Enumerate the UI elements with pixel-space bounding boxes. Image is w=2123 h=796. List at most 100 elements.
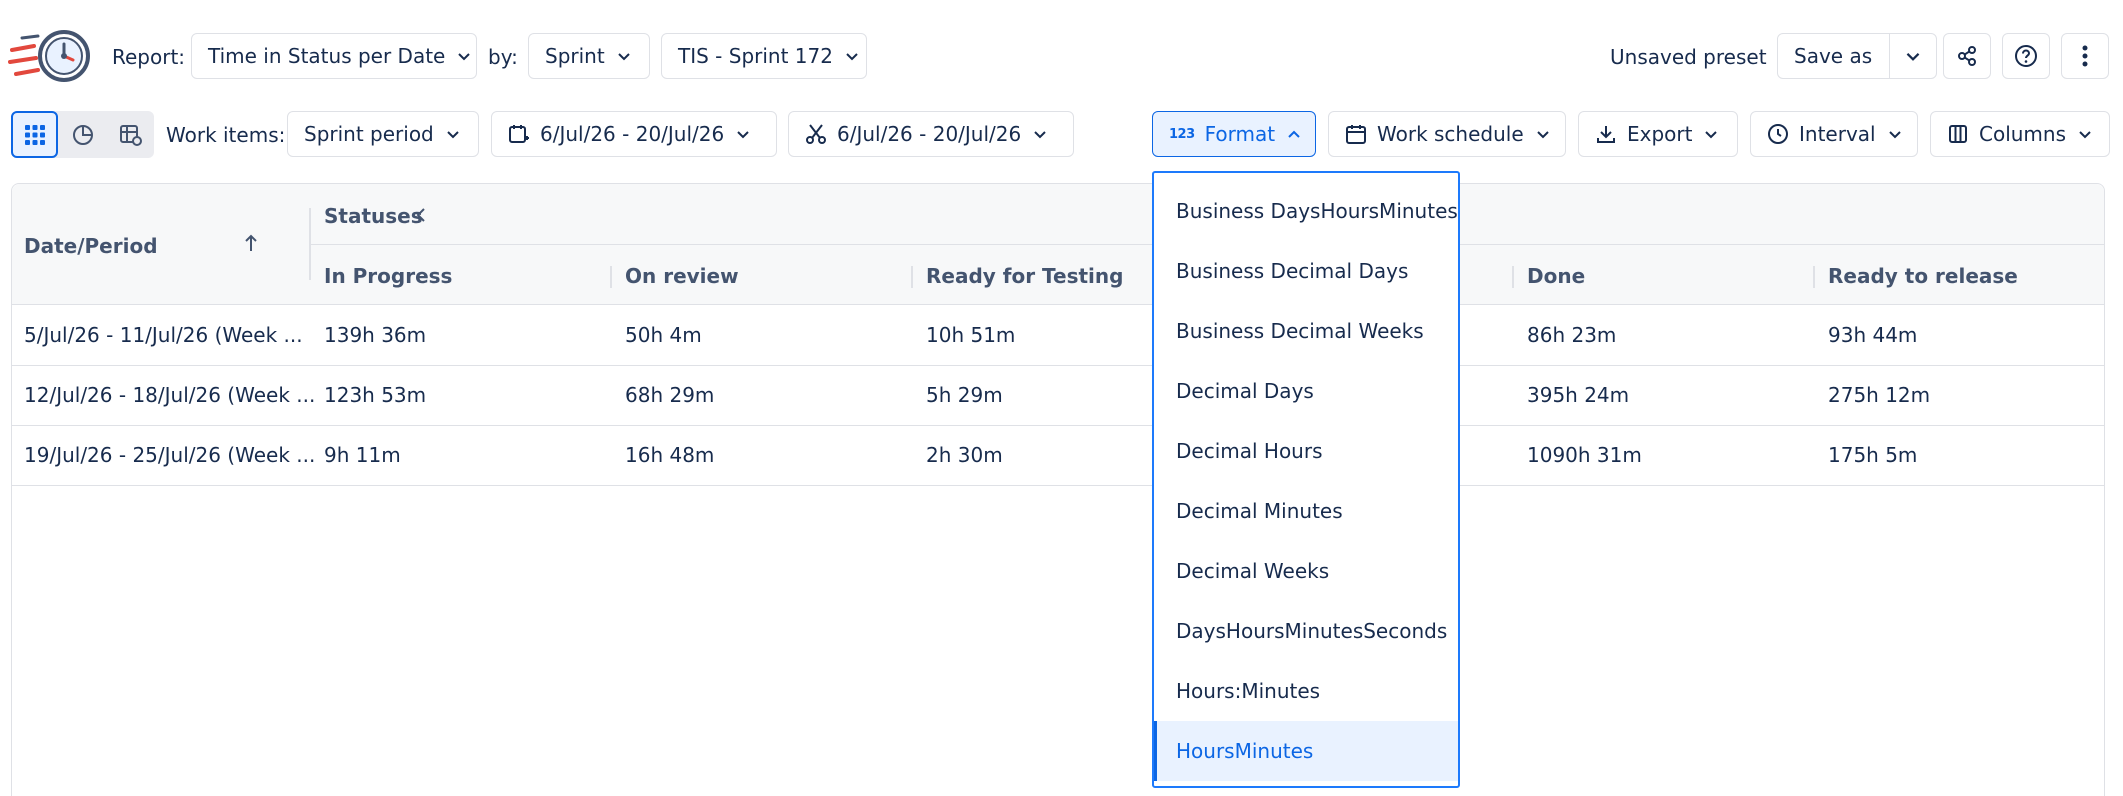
more-vertical-icon xyxy=(2082,45,2088,67)
cell-value: 68h 29m xyxy=(625,383,715,407)
cell-value: 93h 44m xyxy=(1828,323,1918,347)
interval-label: Interval xyxy=(1799,122,1876,146)
time-in-status-table: Date/Period Statuses In Progress On revi… xyxy=(11,183,2105,796)
chevron-down-icon xyxy=(444,125,462,143)
row-period: 12/Jul/26 - 18/Jul/26 (Week ... xyxy=(24,383,316,407)
preset-status: Unsaved preset xyxy=(1610,45,1767,69)
cell-value: 2h 30m xyxy=(926,443,1003,467)
download-icon xyxy=(1595,123,1617,145)
work-items-select[interactable]: Sprint period xyxy=(287,111,479,157)
work-items-value: Sprint period xyxy=(304,122,434,146)
grid-view-icon xyxy=(24,124,45,145)
format-option-business-decimal-days[interactable]: Business Decimal Days xyxy=(1154,241,1458,301)
cell-value: 1090h 31m xyxy=(1527,443,1642,467)
table-settings-icon xyxy=(119,124,142,146)
chevron-down-icon xyxy=(1534,125,1552,143)
format-option-decimal-weeks[interactable]: Decimal Weeks xyxy=(1154,541,1458,601)
chevron-down-icon xyxy=(2076,125,2094,143)
work-schedule-button[interactable]: Work schedule xyxy=(1328,111,1566,157)
calendar-icon xyxy=(1345,123,1367,145)
chevron-down-icon xyxy=(455,47,473,65)
cell-value: 16h 48m xyxy=(625,443,715,467)
cell-value: 9h 11m xyxy=(324,443,401,467)
more-options-button[interactable] xyxy=(2061,33,2109,79)
format-label: Format xyxy=(1204,122,1276,146)
help-button[interactable] xyxy=(2002,33,2050,79)
work-schedule-label: Work schedule xyxy=(1377,122,1524,146)
by-label: by: xyxy=(488,45,518,69)
sort-ascending-icon[interactable] xyxy=(241,232,261,254)
format-option-days-hours-minutes-seconds[interactable]: DaysHoursMinutesSeconds xyxy=(1154,601,1458,661)
grid-view-toggle[interactable] xyxy=(11,111,58,158)
table-settings-toggle[interactable] xyxy=(107,111,154,158)
date-range-value: 6/Jul/26 - 20/Jul/26 xyxy=(540,122,725,146)
cell-value: 175h 5m xyxy=(1828,443,1918,467)
sprint-select[interactable]: TIS - Sprint 172 xyxy=(661,33,867,79)
cell-value: 275h 12m xyxy=(1828,383,1931,407)
group-by-value: Sprint xyxy=(545,44,605,68)
cell-value: 86h 23m xyxy=(1527,323,1617,347)
format-option-decimal-minutes[interactable]: Decimal Minutes xyxy=(1154,481,1458,541)
cut-range-value: 6/Jul/26 - 20/Jul/26 xyxy=(837,122,1022,146)
cell-value: 5h 29m xyxy=(926,383,1003,407)
view-toggle-group xyxy=(11,111,154,158)
chevron-down-icon xyxy=(734,125,752,143)
columns-label: Columns xyxy=(1979,122,2067,146)
collapse-chevron-left-icon[interactable] xyxy=(412,204,430,226)
chart-view-toggle[interactable] xyxy=(59,111,106,158)
cut-date-range-picker[interactable]: 6/Jul/26 - 20/Jul/26 xyxy=(788,111,1074,157)
column-header-ready-for-testing[interactable]: Ready for Testing xyxy=(926,264,1123,288)
chevron-down-icon xyxy=(1031,125,1049,143)
chevron-down-icon xyxy=(615,47,633,65)
format-option-hours-minutes[interactable]: HoursMinutes xyxy=(1154,721,1458,781)
chevron-down-icon xyxy=(843,47,861,65)
interval-button[interactable]: Interval xyxy=(1750,111,1918,157)
columns-icon xyxy=(1947,123,1969,145)
work-items-label: Work items: xyxy=(166,123,286,147)
format-option-decimal-hours[interactable]: Decimal Hours xyxy=(1154,421,1458,481)
scissors-icon xyxy=(805,123,827,145)
export-label: Export xyxy=(1627,122,1693,146)
pie-chart-icon xyxy=(72,124,93,145)
report-label: Report: xyxy=(112,45,186,69)
timer-logo-icon xyxy=(8,30,90,82)
group-by-select[interactable]: Sprint xyxy=(528,33,650,79)
format-dropdown-menu: Business DaysHoursMinutes Business Decim… xyxy=(1152,171,1460,788)
date-period-header[interactable]: Date/Period xyxy=(24,234,158,258)
cell-value: 139h 36m xyxy=(324,323,427,347)
chevron-up-icon xyxy=(1285,125,1303,143)
chevron-down-icon xyxy=(1886,125,1904,143)
format-button[interactable]: 123 Format xyxy=(1152,111,1316,157)
cell-value: 50h 4m xyxy=(625,323,702,347)
report-select-value: Time in Status per Date xyxy=(208,44,446,68)
format-option-decimal-days[interactable]: Decimal Days xyxy=(1154,361,1458,421)
format-option-hours-colon-minutes[interactable]: Hours:Minutes xyxy=(1154,661,1458,721)
column-header-on-review[interactable]: On review xyxy=(625,264,739,288)
columns-button[interactable]: Columns xyxy=(1930,111,2110,157)
report-select[interactable]: Time in Status per Date xyxy=(191,33,477,79)
statuses-header: Statuses xyxy=(324,204,423,228)
help-icon xyxy=(2015,45,2037,67)
save-as-button[interactable]: Save as xyxy=(1777,33,1890,79)
column-header-done[interactable]: Done xyxy=(1527,264,1585,288)
calendar-add-icon xyxy=(508,123,530,145)
cell-value: 123h 53m xyxy=(324,383,427,407)
number-format-icon: 123 xyxy=(1169,126,1195,142)
column-header-ready-to-release[interactable]: Ready to release xyxy=(1828,264,2018,288)
chevron-down-icon xyxy=(1702,125,1720,143)
column-header-in-progress[interactable]: In Progress xyxy=(324,264,452,288)
format-option-business-days-hours-minutes[interactable]: Business DaysHoursMinutes xyxy=(1154,181,1458,241)
row-period: 5/Jul/26 - 11/Jul/26 (Week ... xyxy=(24,323,303,347)
share-button[interactable] xyxy=(1943,33,1991,79)
row-period: 19/Jul/26 - 25/Jul/26 (Week ... xyxy=(24,443,316,467)
share-icon xyxy=(1958,46,1976,66)
save-as-label: Save as xyxy=(1794,44,1873,68)
format-option-business-decimal-weeks[interactable]: Business Decimal Weeks xyxy=(1154,301,1458,361)
cell-value: 395h 24m xyxy=(1527,383,1630,407)
export-button[interactable]: Export xyxy=(1578,111,1738,157)
clock-icon xyxy=(1767,123,1789,145)
sprint-date-range-picker[interactable]: 6/Jul/26 - 20/Jul/26 xyxy=(491,111,777,157)
save-options-button[interactable] xyxy=(1889,33,1937,79)
cell-value: 10h 51m xyxy=(926,323,1016,347)
sprint-select-value: TIS - Sprint 172 xyxy=(678,44,833,68)
